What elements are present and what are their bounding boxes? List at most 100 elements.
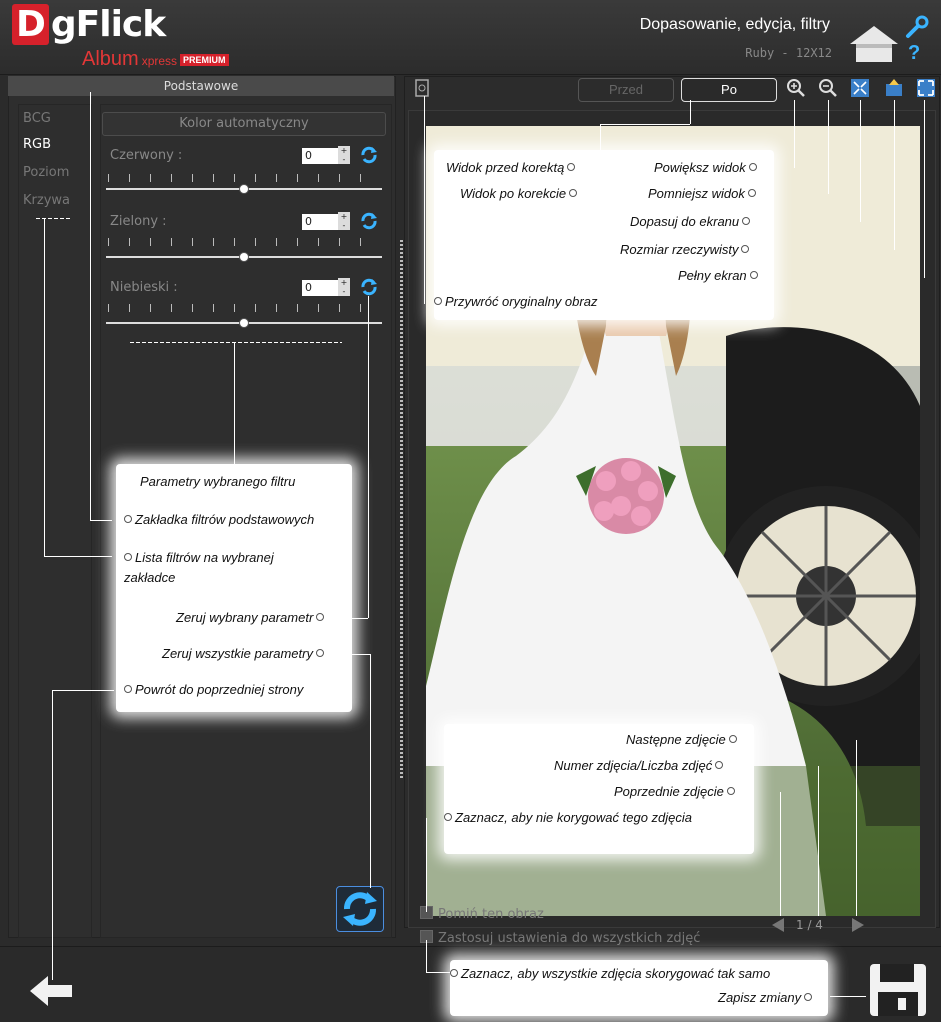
leader-line (44, 218, 45, 556)
leader-line (52, 690, 114, 691)
leader-line (690, 100, 691, 124)
leader-line (818, 766, 819, 916)
callout-actual-size: Rozmiar rzeczywisty (620, 242, 750, 257)
callout-panel-left: Parametry wybranego filtru Zakładka filt… (116, 464, 352, 712)
callout-save: Zapisz zmiany (718, 990, 813, 1005)
param-spinner-blue[interactable]: + - (338, 278, 350, 296)
leader-line (350, 618, 368, 619)
param-spinner-red[interactable]: + - (338, 146, 350, 164)
filter-item-rgb[interactable]: RGB (23, 137, 51, 152)
leader-line (426, 940, 427, 972)
param-label-red: Czerwony : (110, 148, 183, 163)
app-logo: DgFlick (12, 4, 166, 45)
apply-all-label: Zastosuj ustawienia do wszystkich zdjęć (438, 931, 701, 946)
slider-ticks-green (108, 238, 380, 246)
slider-ticks-red (108, 174, 380, 182)
leader-line (52, 690, 53, 980)
leader-line (368, 296, 369, 618)
param-spinner-green[interactable]: + - (338, 212, 350, 230)
callout-reset-param: Zeruj wybrany parametr (176, 610, 325, 625)
callout-panel-bottom: Następne zdjęcie Numer zdjęcia/Liczba zd… (444, 724, 754, 854)
filter-list: BCG RGB Poziom Krzywa (18, 104, 92, 938)
callout-apply-all: Zaznacz, aby wszystkie zdjęcia skorygowa… (450, 966, 770, 981)
callout-prev: Poprzednie zdjęcie (614, 784, 735, 799)
slider-ticks-blue (108, 304, 380, 312)
save-icon[interactable] (868, 962, 928, 1018)
leader-line (780, 792, 781, 916)
leader-line (894, 100, 895, 250)
callout-number: Numer zdjęcia/Liczba zdjęć (554, 758, 724, 773)
callout-before-view: Widok przed korektą (446, 160, 576, 175)
param-label-blue: Niebieski : (110, 280, 178, 295)
callout-basic-tab: Zakładka filtrów podstawowych (124, 512, 314, 527)
callout-filter-list: Lista filtrów na wybranej zakładce (124, 550, 274, 585)
reset-all-button[interactable] (336, 886, 384, 932)
callout-zoom-in: Powiększ widok (654, 160, 757, 175)
leader-line (426, 972, 450, 973)
help-icon[interactable]: ? (908, 42, 920, 65)
zoom-in-icon[interactable] (786, 78, 806, 98)
callout-skip: Zaznacz, aby nie korygować tego zdjęcia (444, 810, 692, 825)
auto-color-button[interactable]: Kolor automatyczny (102, 112, 386, 136)
leader-line (924, 100, 925, 278)
filter-item-curve[interactable]: Krzywa (23, 193, 70, 208)
tab-basic-filters[interactable]: Podstawowe (8, 76, 394, 96)
skip-image-checkbox[interactable]: Pomiń ten obraz (420, 906, 544, 922)
leader-line (350, 654, 370, 655)
filter-item-level[interactable]: Poziom (23, 165, 69, 180)
filter-item-bcg[interactable]: BCG (23, 111, 51, 126)
leader-line (828, 100, 829, 194)
leader-line (856, 740, 857, 916)
leader-line (130, 342, 342, 343)
actual-size-icon[interactable] (884, 78, 904, 98)
leader-line (90, 520, 112, 521)
callout-after-view: Widok po korekcie (460, 186, 578, 201)
param-input-blue[interactable]: 0 (302, 280, 339, 296)
callout-back: Powrót do poprzedniej strony (124, 682, 303, 697)
leader-line (370, 654, 371, 888)
leader-line (90, 92, 91, 520)
before-view-button[interactable]: Przed (578, 78, 674, 102)
next-image-icon[interactable] (852, 918, 864, 932)
reset-param-icon[interactable] (360, 146, 378, 164)
callout-params: Parametry wybranego filtru (140, 474, 296, 489)
zoom-out-icon[interactable] (818, 78, 838, 98)
fullscreen-icon[interactable] (916, 78, 936, 98)
wrench-icon[interactable] (904, 14, 930, 40)
param-input-green[interactable]: 0 (302, 214, 339, 230)
leader-line (860, 100, 861, 222)
callout-next: Następne zdjęcie (626, 732, 737, 747)
leader-line (426, 818, 427, 912)
skip-image-label: Pomiń ten obraz (438, 907, 544, 922)
home-icon[interactable] (848, 24, 900, 64)
apply-all-checkbox[interactable]: Zastosuj ustawienia do wszystkich zdjęć (420, 930, 700, 946)
back-arrow-icon[interactable] (30, 976, 72, 1006)
splitter-handle[interactable] (400, 240, 403, 780)
album-name: Ruby - 12X12 (745, 46, 832, 60)
leader-line (36, 218, 70, 219)
restore-original-icon[interactable] (414, 78, 432, 98)
leader-line (234, 342, 235, 466)
fit-to-screen-icon[interactable] (850, 78, 870, 98)
slider-thumb-blue[interactable] (239, 318, 249, 328)
param-input-red[interactable]: 0 (302, 148, 339, 164)
callout-restore: Przywróć oryginalny obraz (434, 294, 597, 309)
callout-zoom-out: Pomniejsz widok (648, 186, 756, 201)
page-title: Dopasowanie, edycja, filtry (639, 16, 830, 33)
callout-fit: Dopasuj do ekranu (630, 214, 751, 229)
callout-panel-top: Widok przed korektą Widok po korekcie Po… (434, 150, 774, 320)
callout-fullscreen: Pełny ekran (678, 268, 758, 283)
slider-thumb-green[interactable] (239, 252, 249, 262)
logo-subtitle: Album xpress PREMIUM (82, 48, 229, 71)
leader-line (794, 100, 795, 168)
after-view-button[interactable]: Po (681, 78, 777, 102)
leader-line (424, 96, 425, 304)
prev-image-icon[interactable] (772, 918, 784, 932)
leader-line (44, 556, 112, 557)
param-label-green: Zielony : (110, 214, 167, 229)
callout-panel-footer: Zaznacz, aby wszystkie zdjęcia skorygowa… (450, 960, 828, 1016)
reset-param-icon[interactable] (360, 278, 378, 296)
slider-thumb-red[interactable] (239, 184, 249, 194)
image-counter: 1 / 4 (796, 918, 823, 932)
reset-param-icon[interactable] (360, 212, 378, 230)
